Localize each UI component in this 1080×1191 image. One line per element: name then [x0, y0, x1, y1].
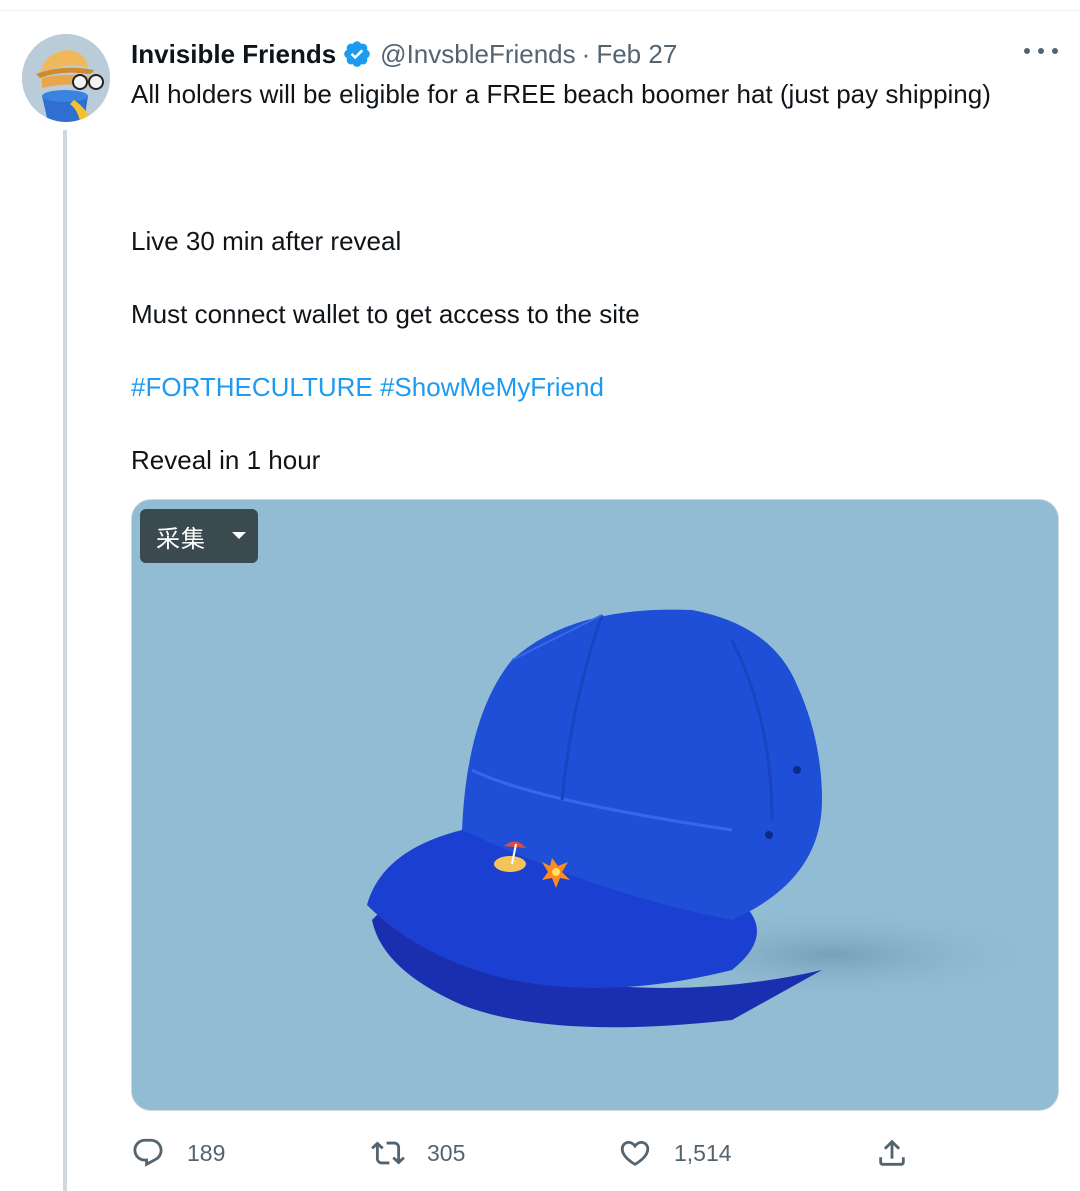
- reply-button[interactable]: 189: [131, 1130, 225, 1176]
- tweet-text-line: Reveal in 1 hour: [131, 445, 321, 475]
- avatar-cartoon-icon: [22, 34, 110, 122]
- more-horizontal-icon[interactable]: [1024, 36, 1058, 66]
- collect-dropdown-button[interactable]: 采集: [140, 509, 258, 563]
- hashtag-link[interactable]: #ShowMeMyFriend: [380, 372, 604, 402]
- tweet-actions-bar: 189 305 1,514: [131, 1130, 931, 1176]
- share-button[interactable]: [875, 1130, 909, 1176]
- like-button[interactable]: 1,514: [618, 1130, 732, 1176]
- tweet-date[interactable]: Feb 27: [596, 39, 677, 70]
- tweet-text-line: All holders will be eligible for a FREE …: [131, 79, 991, 109]
- retweet-icon: [371, 1141, 405, 1165]
- top-divider: [0, 10, 1080, 11]
- tweet-text-line: Must connect wallet to get access to the…: [131, 299, 640, 329]
- caret-down-icon: [232, 532, 246, 539]
- avatar[interactable]: [22, 34, 110, 122]
- hashtags-line: #FORTHECULTURE #ShowMeMyFriend: [131, 370, 604, 404]
- display-name[interactable]: Invisible Friends: [131, 39, 336, 70]
- like-count: 1,514: [674, 1139, 732, 1166]
- verified-badge-icon: [342, 39, 372, 69]
- tweet-text-line: Live 30 min after reveal: [131, 226, 402, 256]
- hashtag-link[interactable]: #FORTHECULTURE: [131, 372, 373, 402]
- thread-line: [63, 130, 67, 1191]
- retweet-button[interactable]: 305: [371, 1130, 465, 1176]
- heart-icon: [620, 1140, 650, 1166]
- reply-count: 189: [187, 1139, 226, 1166]
- blue-cap-image-icon: [132, 500, 1058, 1110]
- tweet-media-image[interactable]: [131, 499, 1059, 1111]
- reply-icon: [133, 1138, 163, 1167]
- collect-label: 采集: [156, 524, 206, 553]
- retweet-count: 305: [427, 1139, 466, 1166]
- tweet-header: Invisible Friends @InvsbleFriends · Feb …: [131, 34, 677, 74]
- user-handle[interactable]: @InvsbleFriends: [380, 39, 575, 70]
- share-icon: [879, 1139, 905, 1166]
- header-separator: ·: [581, 38, 591, 69]
